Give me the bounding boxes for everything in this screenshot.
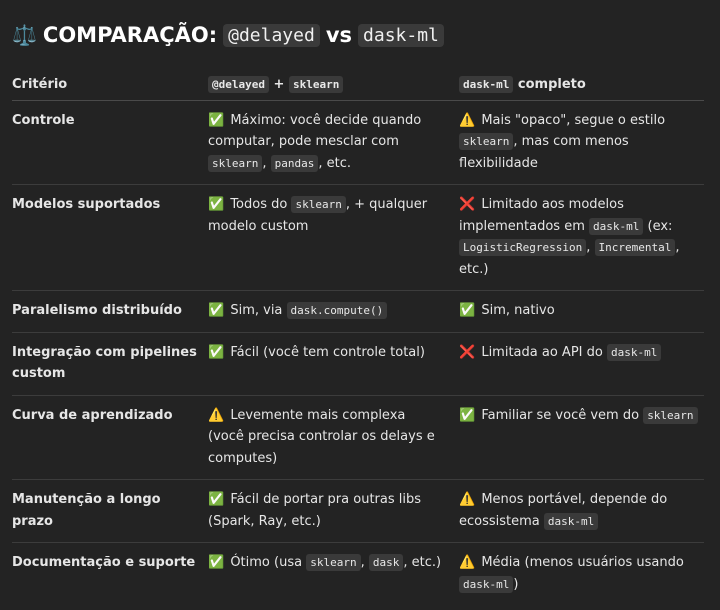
scale-icon: ⚖️ <box>12 23 37 47</box>
table-row: Integração com pipelines custom ✅ Fácil … <box>12 332 704 395</box>
cell-text: , etc. <box>318 155 352 171</box>
header-code-delayed: @delayed <box>208 76 269 93</box>
cell-text: Sim, via <box>230 303 283 318</box>
check-icon: ✅ <box>208 303 225 318</box>
cell-text: ) <box>513 576 519 592</box>
cell-text: , <box>586 240 591 255</box>
delayed-cell: ⚠️ Levemente mais complexa (você precisa… <box>208 395 459 480</box>
table-row: Manutenção a longo prazo ✅ Fácil de port… <box>12 480 704 543</box>
cell-text: Média (menos usuários usando <box>481 555 684 570</box>
code-dask: dask <box>368 554 404 571</box>
code-dask-ml: dask-ml <box>589 217 644 235</box>
check-icon: ✅ <box>459 407 476 423</box>
cell-text: Familiar se você vem do <box>481 407 640 423</box>
cell-text: (ex: <box>647 218 673 234</box>
cell-text: Máximo: você decide quando computar, pod… <box>208 112 422 150</box>
header-code-sklearn: sklearn <box>288 76 344 93</box>
check-icon: ✅ <box>459 303 476 318</box>
criterion-cell: Curva de aprendizado <box>12 407 173 423</box>
cell-text: , etc.) <box>403 555 442 570</box>
dask-ml-cell: ❌ Limitado aos modelos implementados em … <box>459 185 704 291</box>
check-icon: ✅ <box>208 344 225 360</box>
cell-text: Todos do <box>230 197 288 212</box>
table-row: Paralelismo distribuído ✅ Sim, via dask.… <box>12 291 704 333</box>
dask-ml-cell: ⚠️ Mais "opaco", segue o estilo sklearn,… <box>459 100 704 185</box>
criterion-cell: Manutenção a longo prazo <box>12 492 161 529</box>
dask-ml-cell: ⚠️ Menos portável, depende do ecossistem… <box>459 480 704 543</box>
dask-ml-cell: ✅ Sim, nativo <box>459 291 704 333</box>
code-pandas: pandas <box>270 154 319 172</box>
cell-text: Fácil (você tem controle total) <box>230 344 425 360</box>
cell-text: Ótimo (usa <box>230 555 303 570</box>
delayed-cell: ✅ Sim, via dask.compute() <box>208 291 459 333</box>
warning-icon: ⚠️ <box>208 407 225 423</box>
delayed-cell: ✅ Todos do sklearn, + qualquer modelo cu… <box>208 185 459 291</box>
title-code-dask-ml: dask-ml <box>358 23 444 47</box>
table-header-row: Critério @delayed + sklearn dask-ml comp… <box>12 68 704 101</box>
check-icon: ✅ <box>208 492 225 507</box>
table-row: Modelos suportados ✅ Todos do sklearn, +… <box>12 185 704 291</box>
code-sklearn: sklearn <box>306 554 361 571</box>
delayed-cell: ✅ Ótimo (usa sklearn, dask, etc.) <box>208 543 459 606</box>
table-row: Curva de aprendizado ⚠️ Levemente mais c… <box>12 395 704 480</box>
cell-text: Fácil de portar pra outras libs (Spark, … <box>208 492 422 529</box>
dask-ml-cell: ⚠️ Média (menos usuários usando dask-ml) <box>459 543 704 606</box>
warning-icon: ⚠️ <box>459 555 476 570</box>
cell-text: Mais "opaco", segue o estilo <box>481 112 666 128</box>
header-delayed-sklearn: @delayed + sklearn <box>208 68 459 101</box>
cross-icon: ❌ <box>459 197 476 212</box>
cell-text: Limitada ao API do <box>481 344 603 360</box>
dask-ml-cell: ✅ Familiar se você vem do sklearn <box>459 395 704 480</box>
criterion-cell: Modelos suportados <box>12 197 161 212</box>
header-plus: + <box>273 77 285 92</box>
check-icon: ✅ <box>208 112 225 128</box>
table-row: Controle ✅ Máximo: você decide quando co… <box>12 100 704 185</box>
title-code-delayed: @delayed <box>223 23 320 47</box>
criterion-cell: Integração com pipelines custom <box>12 344 197 382</box>
delayed-cell: ✅ Fácil (você tem controle total) <box>208 332 459 395</box>
code-dask-ml: dask-ml <box>606 343 662 361</box>
code-dask-ml: dask-ml <box>543 512 599 530</box>
check-icon: ✅ <box>208 197 225 212</box>
cross-icon: ❌ <box>459 344 476 360</box>
comparison-table: Critério @delayed + sklearn dask-ml comp… <box>12 68 704 605</box>
warning-icon: ⚠️ <box>459 492 476 507</box>
delayed-cell: ✅ Máximo: você decide quando computar, p… <box>208 100 459 185</box>
header-completo: completo <box>517 77 586 92</box>
code-incremental: Incremental <box>594 239 676 256</box>
code-sklearn: sklearn <box>208 154 263 172</box>
criterion-cell: Paralelismo distribuído <box>12 303 182 318</box>
header-criterion: Critério <box>12 68 208 101</box>
header-code-dask-ml: dask-ml <box>459 76 514 93</box>
title-prefix: COMPARAÇÃO: <box>42 23 218 47</box>
code-sklearn: sklearn <box>291 196 346 213</box>
table-row: Documentação e suporte ✅ Ótimo (usa skle… <box>12 543 704 606</box>
cell-text: Sim, nativo <box>481 303 555 318</box>
criterion-cell: Controle <box>12 112 75 128</box>
header-dask-ml: dask-ml completo <box>459 68 704 101</box>
code-sklearn: sklearn <box>459 133 514 150</box>
code-sklearn: sklearn <box>643 406 698 424</box>
code-dask-ml: dask-ml <box>459 575 514 593</box>
code-dask-compute: dask.compute() <box>286 302 388 319</box>
page-title: ⚖️ COMPARAÇÃO: @delayed vs dask-ml <box>12 0 708 52</box>
warning-icon: ⚠️ <box>459 112 476 128</box>
comparison-document: ⚖️ COMPARAÇÃO: @delayed vs dask-ml Crité… <box>0 0 720 605</box>
cell-text: , <box>360 555 365 570</box>
cell-text: , <box>262 155 267 171</box>
dask-ml-cell: ❌ Limitada ao API do dask-ml <box>459 332 704 395</box>
check-icon: ✅ <box>208 555 225 570</box>
code-logisticregression: LogisticRegression <box>459 239 587 256</box>
delayed-cell: ✅ Fácil de portar pra outras libs (Spark… <box>208 480 459 543</box>
criterion-cell: Documentação e suporte <box>12 555 196 570</box>
cell-text: Levemente mais complexa (você precisa co… <box>208 407 435 466</box>
title-vs: vs <box>325 23 353 47</box>
